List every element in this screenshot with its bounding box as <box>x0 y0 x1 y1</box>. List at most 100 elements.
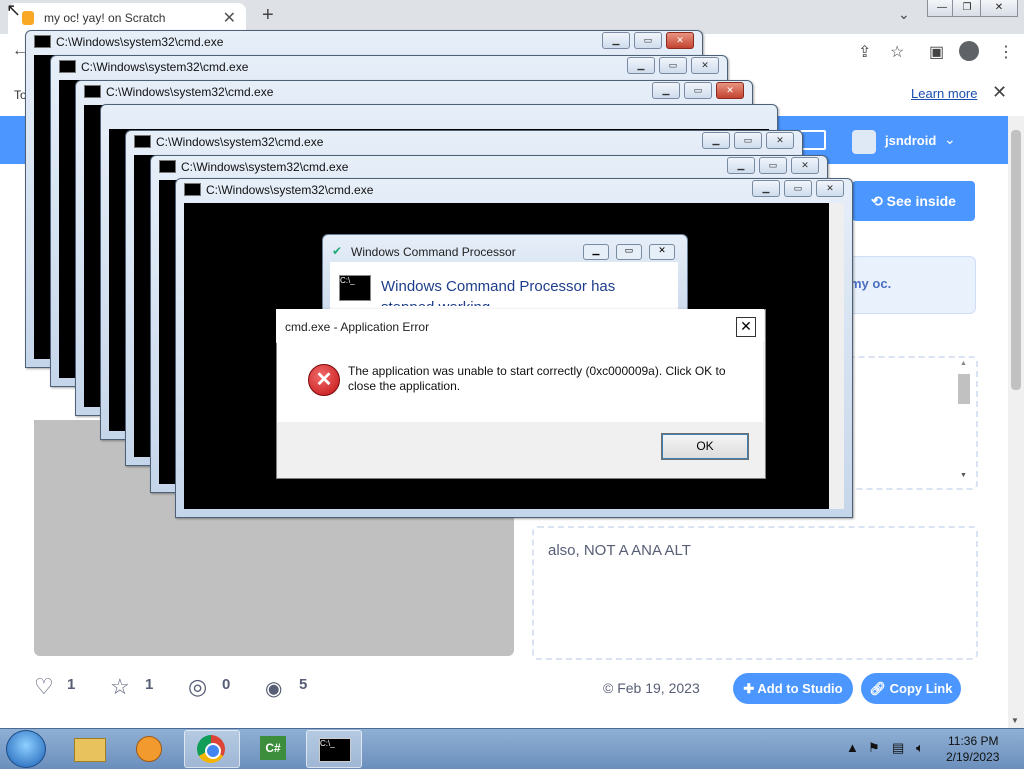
credits-text: also, NOT A ANA ALT <box>548 542 691 559</box>
cmd-window-title: C:\Windows\system32\cmd.exe <box>156 135 324 149</box>
cmd-window-title: C:\Windows\system32\cmd.exe <box>206 183 374 197</box>
chrome-icon <box>197 735 225 763</box>
clock-date[interactable]: 2/19/2023 <box>946 750 999 764</box>
my-stuff-folder-icon[interactable] <box>800 130 826 150</box>
taskbar-csharp[interactable]: C# <box>246 730 300 766</box>
close-button[interactable]: ✕ <box>691 57 719 74</box>
minimize-button[interactable]: ▁ <box>627 57 655 74</box>
add-to-studio-button[interactable]: ✚ Add to Studio <box>733 673 853 704</box>
clock-time[interactable]: 11:36 PM <box>948 734 998 748</box>
cmd-icon <box>34 35 51 48</box>
love-count: 1 <box>67 676 76 693</box>
volume-icon[interactable]: 🔈︎ <box>916 740 924 756</box>
cmd-icon <box>59 60 76 73</box>
wcp-dialog-title: Windows Command Processor <box>351 245 516 259</box>
taskbar-chrome[interactable] <box>184 730 240 768</box>
show-hidden-icons-icon[interactable]: ▲ <box>846 740 859 755</box>
notes-scrollbar-thumb[interactable] <box>958 374 970 404</box>
network-icon[interactable]: ▤ <box>892 740 904 756</box>
user-menu-chevron-icon[interactable]: ⌄ <box>944 131 956 148</box>
scratch-favicon-icon <box>22 11 34 25</box>
new-tab-button[interactable]: + <box>262 4 274 27</box>
profile-avatar[interactable] <box>959 41 979 61</box>
bookmark-star-icon[interactable]: ☆ <box>890 42 904 62</box>
copyright-icon: © <box>603 680 618 696</box>
minimize-button[interactable]: ▁ <box>602 32 630 49</box>
favorite-count: 1 <box>145 676 154 693</box>
maximize-button[interactable]: ▭ <box>659 57 687 74</box>
minimize-button[interactable]: ▁ <box>702 132 730 149</box>
tab-search-chevron-icon[interactable]: ⌄ <box>898 6 910 23</box>
share-icon[interactable]: ⇪ <box>858 42 871 62</box>
console-scrollbar[interactable] <box>829 203 844 509</box>
user-avatar[interactable] <box>852 130 876 154</box>
plus-icon: ✚ <box>743 681 758 696</box>
learn-more-link[interactable]: Learn more <box>911 86 977 101</box>
minimize-button[interactable]: ▁ <box>727 157 755 174</box>
tab-close-icon[interactable]: ✕ <box>223 8 236 28</box>
app-error-message: The application was unable to start corr… <box>348 364 726 393</box>
cmd-prompt-icon: C:\_ <box>339 275 371 301</box>
page-scrollbar-thumb[interactable] <box>1011 130 1021 390</box>
folder-icon <box>74 738 106 762</box>
close-button[interactable]: ✕ <box>666 32 694 49</box>
app-error-close-icon[interactable]: ✕ <box>736 317 756 337</box>
remix-spiral-icon: ◎ <box>188 674 208 699</box>
cmd-window-title: C:\Windows\system32\cmd.exe <box>181 160 349 174</box>
info-bar-close-icon[interactable]: ✕ <box>992 82 1007 103</box>
wcp-minimize-button[interactable]: ▁ <box>583 244 609 260</box>
notes-scroll-up-icon[interactable]: ▲ <box>960 360 967 367</box>
link-icon: 🔗︎ <box>869 681 890 696</box>
app-error-title: cmd.exe - Application Error <box>285 320 430 334</box>
mouse-cursor-icon: ↖ <box>6 0 22 20</box>
side-panel-icon[interactable]: ▣ <box>929 42 944 62</box>
wcp-heading: Windows Command Processor has stopped wo… <box>381 278 616 306</box>
wcp-close-button[interactable]: ✕ <box>649 244 675 260</box>
close-button[interactable]: ✕ <box>766 132 794 149</box>
browser-restore-button[interactable]: ❐ <box>952 0 982 17</box>
error-x-icon: ✕ <box>308 364 340 396</box>
start-button-windows-icon[interactable] <box>6 730 46 768</box>
close-button[interactable]: ✕ <box>791 157 819 174</box>
share-date: © Feb 19, 2023 <box>603 680 700 696</box>
maximize-button[interactable]: ▭ <box>734 132 762 149</box>
taskbar-media-player[interactable] <box>122 730 176 766</box>
wcp-app-icon: ✔ <box>332 244 343 258</box>
view-count: 5 <box>299 676 308 693</box>
cmd-window-title: C:\Windows\system32\cmd.exe <box>106 85 274 99</box>
taskbar-cmd[interactable]: C:\_ <box>306 730 362 768</box>
ok-button[interactable]: OK <box>661 433 749 460</box>
close-button[interactable]: ✕ <box>816 180 844 197</box>
action-center-flag-icon[interactable]: ⚑ <box>868 740 880 756</box>
browser-close-button[interactable]: ✕ <box>980 0 1018 17</box>
taskbar-explorer[interactable] <box>62 730 116 766</box>
close-button[interactable]: ✕ <box>716 82 744 99</box>
browser-menu-icon[interactable]: ⋮ <box>998 42 1014 62</box>
see-inside-button[interactable]: ⟲ See inside <box>852 181 975 221</box>
maximize-button[interactable]: ▭ <box>684 82 712 99</box>
media-player-icon <box>136 736 162 762</box>
love-heart-icon[interactable]: ♡ <box>34 674 54 700</box>
cmd-window-title: C:\Windows\system32\cmd.exe <box>56 35 224 49</box>
csharp-icon: C# <box>260 736 286 760</box>
username[interactable]: jsndroid <box>885 133 936 148</box>
wcp-maximize-button[interactable]: ▭ <box>616 244 642 260</box>
favorite-star-icon[interactable]: ☆ <box>110 674 130 700</box>
cmd-icon: C:\_ <box>319 738 351 762</box>
maximize-button[interactable]: ▭ <box>634 32 662 49</box>
maximize-button[interactable]: ▭ <box>759 157 787 174</box>
cmd-icon <box>134 135 151 148</box>
cmd-window-title: C:\Windows\system32\cmd.exe <box>81 60 249 74</box>
tab-title: my oc! yay! on Scratch <box>44 11 166 25</box>
cmd-icon <box>84 85 101 98</box>
remix-count: 0 <box>222 676 231 693</box>
cmd-icon <box>184 183 201 196</box>
notes-scroll-down-icon[interactable]: ▼ <box>960 472 967 479</box>
see-inside-icon: ⟲ <box>871 193 887 209</box>
minimize-button[interactable]: ▁ <box>752 180 780 197</box>
copy-link-button[interactable]: 🔗︎ Copy Link <box>861 673 961 704</box>
scroll-down-arrow-icon[interactable]: ▼ <box>1011 716 1019 725</box>
cmd-icon <box>159 160 176 173</box>
maximize-button[interactable]: ▭ <box>784 180 812 197</box>
minimize-button[interactable]: ▁ <box>652 82 680 99</box>
